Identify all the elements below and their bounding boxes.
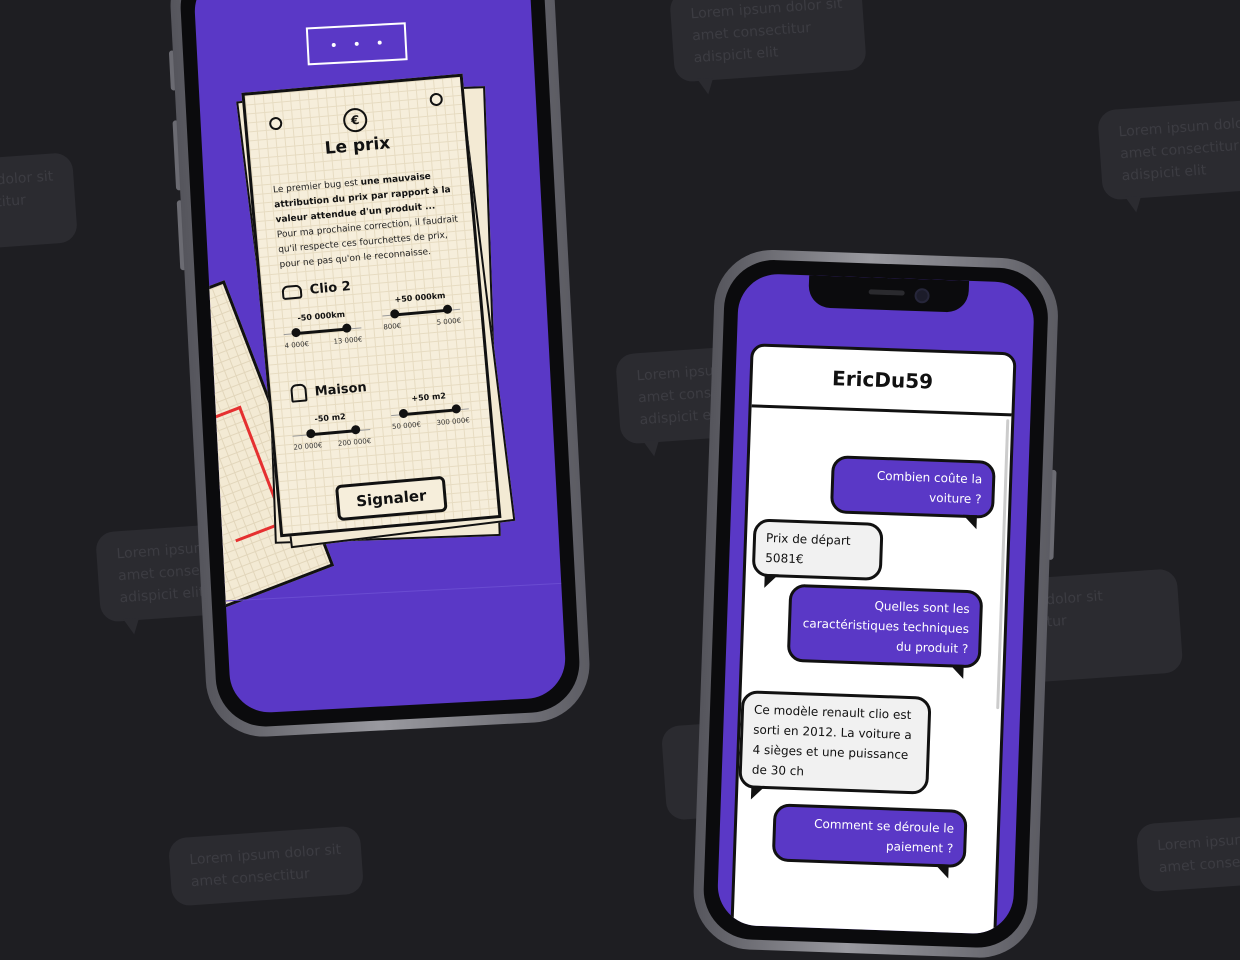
message-text: Combien coûte la voiture ? (876, 468, 983, 507)
car-icon (281, 283, 303, 300)
background-bubble: Lorem ipsum dolor sit amet consectitur a… (1097, 97, 1240, 214)
message-user: Combien coûte la voiture ? (829, 455, 996, 530)
range-handle-min[interactable] (389, 309, 400, 319)
range-label: -50 m2 (314, 412, 346, 424)
message-text: Quelles sont les caractéristiques techni… (802, 598, 970, 657)
range-label: +50 000km (394, 290, 446, 305)
phone-price-card: € Le prix Le premier bug est une mauvais… (167, 0, 593, 740)
range-handle-max[interactable] (442, 304, 453, 315)
message-user: Comment se déroule le paiement ? (771, 803, 968, 879)
report-button[interactable]: Signaler (334, 475, 448, 522)
range-min: 800€ (383, 321, 402, 332)
range-max: 5 000€ (436, 316, 462, 327)
price-range[interactable]: +50 m2 50 000€ 300 000€ (389, 389, 470, 432)
range-handle-max[interactable] (350, 424, 361, 435)
section-title: Clio 2 (309, 279, 352, 298)
range-handle-max[interactable] (451, 404, 462, 414)
price-range[interactable]: -50 m2 20 000€ 200 000€ (291, 410, 372, 453)
dots-indicator[interactable] (305, 22, 408, 66)
phone2-screen: EricDu59 Combien coûte la voiture ? Prix… (716, 272, 1036, 935)
card-title: Le prix (323, 133, 392, 159)
message-bot: Prix de départ 5081€ (751, 518, 884, 589)
range-handle-min[interactable] (291, 327, 301, 338)
house-icon (290, 383, 308, 403)
section-clio: Clio 2 (281, 279, 351, 300)
message-bot: Ce modèle renault clio est sorti en 2012… (738, 690, 932, 801)
chat-scrollbar[interactable] (996, 419, 1010, 710)
card-description: Le premier bug est une mauvaise attribut… (272, 168, 461, 274)
range-min: 4 000€ (284, 340, 310, 351)
range-max: 13 000€ (333, 335, 363, 346)
message-text: Ce modèle renault clio est sorti en 2012… (751, 702, 912, 779)
range-max: 200 000€ (337, 436, 372, 448)
price-range[interactable]: -50 000km 4 000€ 13 000€ (282, 308, 363, 351)
desc-text: Le premier bug est (272, 177, 362, 196)
range-handle-min[interactable] (306, 428, 316, 439)
range-min: 50 000€ (391, 420, 422, 432)
range-min: 20 000€ (293, 441, 323, 452)
message-text: Comment se déroule le paiement ? (813, 816, 955, 856)
chat-title: EricDu59 (751, 346, 1014, 417)
chat-window: EricDu59 Combien coûte la voiture ? Prix… (729, 343, 1017, 935)
background-bubble: Lorem ipsum dolor sit amet consectitur a… (669, 0, 867, 96)
range-label: +50 m2 (411, 391, 447, 404)
bubble-line: it (0, 209, 57, 236)
section-maison: Maison (290, 378, 367, 403)
message-user: Quelles sont les caractéristiques techni… (786, 583, 984, 679)
phone-notch (808, 275, 970, 313)
section-title: Maison (314, 379, 368, 400)
euro-icon: € (342, 107, 369, 134)
background-bubble: Lorem ipsum dolor sit amet consectitur (167, 825, 365, 907)
range-label: -50 000km (297, 309, 346, 323)
range-handle-max[interactable] (341, 323, 352, 334)
camera-icon (914, 287, 930, 304)
message-text: Prix de départ 5081€ (765, 530, 851, 567)
phone1-screen: € Le prix Le premier bug est une mauvais… (192, 0, 568, 715)
range-max: 300 000€ (436, 416, 471, 428)
phone-chat: EricDu59 Combien coûte la voiture ? Prix… (691, 247, 1060, 960)
background-bubble: m dolor sit ectitur it (0, 152, 78, 250)
range-handle-min[interactable] (398, 408, 409, 419)
price-card: € Le prix Le premier bug est une mauvais… (241, 73, 502, 538)
price-range[interactable]: +50 000km 800€ 5 000€ (381, 290, 462, 333)
